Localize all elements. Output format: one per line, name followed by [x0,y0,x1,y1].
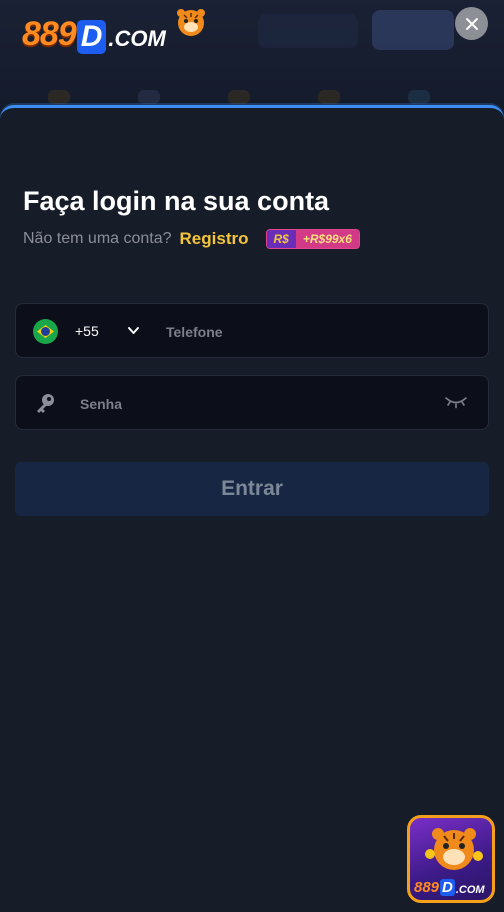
logo-number: 889 [22,15,77,53]
background-tab [258,14,358,48]
logo-suffix: .COM [455,884,485,896]
logo-letter: D [76,20,107,54]
tiger-mascot-icon [425,828,483,870]
logo-suffix: .COM [108,26,166,51]
background-tab [372,10,454,50]
no-account-text: Não tem uma conta? [23,230,172,247]
background-icon [408,90,430,104]
phone-field: +55 [15,303,489,359]
background-icon [318,90,340,104]
password-input[interactable] [78,376,432,431]
close-icon [465,17,478,30]
logo-number: 889 [414,879,440,896]
eye-closed-icon[interactable] [444,395,468,409]
floating-app-button[interactable]: 889 D .COM [407,815,495,903]
register-link[interactable]: Registro [180,229,249,249]
brand-logo: 889 D .COM [22,9,205,54]
bonus-badge[interactable]: R$ +R$99x6 [265,229,360,249]
enter-button[interactable]: Entrar [15,462,489,516]
background-icon [48,90,70,104]
background-icon [138,90,160,104]
key-icon [37,394,54,413]
page-title: Faça login na sua conta [23,186,330,216]
password-field [15,375,489,431]
chevron-down-icon[interactable] [127,324,140,337]
tiger-mascot-icon [177,9,205,36]
phone-input[interactable] [164,304,468,359]
bonus-value: +R$99x6 [295,230,359,248]
register-prompt: Não tem uma conta? Registro R$ +R$99x6 [23,229,360,249]
close-button[interactable] [455,7,488,40]
country-code[interactable]: +55 [75,323,99,339]
floating-app-logo: 889 D .COM [414,879,485,896]
background-icon [228,90,250,104]
logo-letter: D [440,879,455,896]
bonus-currency: R$ [266,230,296,248]
brazil-flag-icon [33,319,58,344]
